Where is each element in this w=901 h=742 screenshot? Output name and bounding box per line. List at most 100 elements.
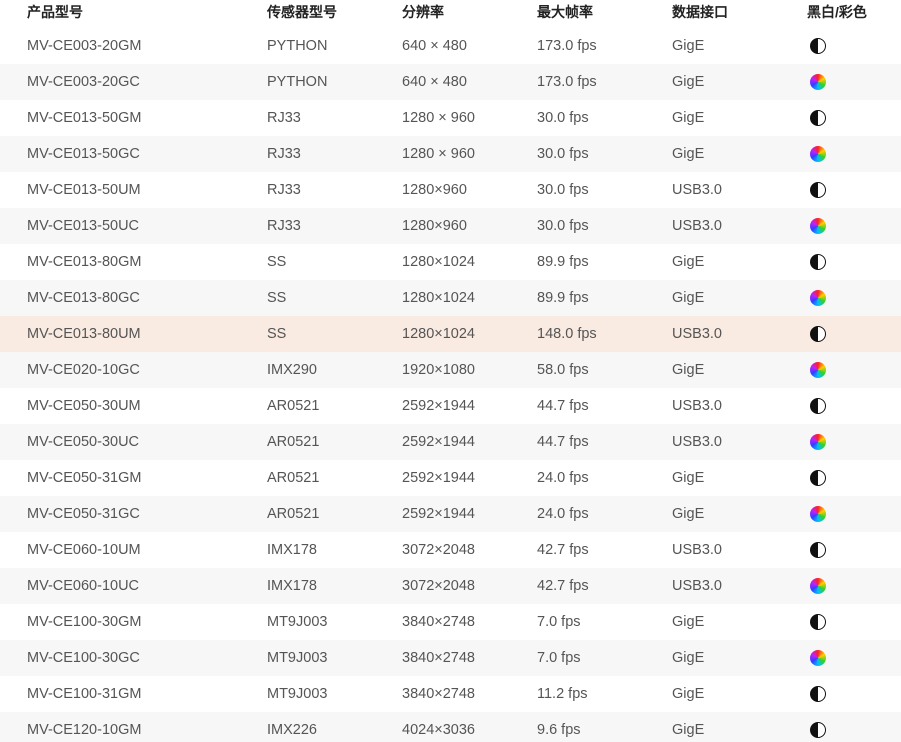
cell-mono-color <box>807 352 901 388</box>
cell-fps: 30.0 fps <box>537 146 589 162</box>
cell-model: MV-CE060-10UM <box>27 542 141 558</box>
cell-resolution: 1280×1024 <box>402 254 475 270</box>
cell-fps: 30.0 fps <box>537 182 589 198</box>
cell-mono-color <box>807 424 901 460</box>
cell-interface: USB3.0 <box>672 542 722 558</box>
table-row[interactable]: MV-CE013-50GM RJ33 1280 × 960 30.0 fps GigE <box>0 100 901 136</box>
table-row[interactable]: MV-CE013-80GC SS 1280×1024 89.9 fps GigE <box>0 280 901 316</box>
cell-model: MV-CE013-80UM <box>27 326 141 342</box>
table-row[interactable]: MV-CE020-10GC IMX290 1920×1080 58.0 fps GigE <box>0 352 901 388</box>
cell-resolution: 3072×2048 <box>402 578 475 594</box>
cell-model: MV-CE100-30GC <box>27 650 140 666</box>
cell-interface: GigE <box>672 506 705 522</box>
rainbow-color-icon <box>810 434 826 451</box>
table-row[interactable]: MV-CE060-10UM IMX178 3072×2048 42.7 fps USB3… <box>0 532 901 568</box>
table-body: MV-CE003-20GM PYTHON 640 × 480 173.0 fps Gig… <box>0 28 901 742</box>
cell-mono-color <box>807 172 901 208</box>
cell-sensor: RJ33 <box>267 218 301 234</box>
rainbow-color-icon <box>810 578 826 595</box>
cell-resolution: 1280×1024 <box>402 326 475 342</box>
cell-resolution: 2592×1944 <box>402 398 475 414</box>
cell-fps: 44.7 fps <box>537 434 589 450</box>
cell-model: MV-CE050-31GC <box>27 506 140 522</box>
cell-sensor: IMX178 <box>267 578 317 594</box>
half-circle-mono-icon <box>810 254 826 271</box>
cell-sensor: RJ33 <box>267 110 301 126</box>
cell-sensor: MT9J003 <box>267 650 328 666</box>
cell-mono-color <box>807 640 901 676</box>
cell-fps: 173.0 fps <box>537 74 597 90</box>
half-circle-mono-icon <box>810 686 826 703</box>
cell-fps: 30.0 fps <box>537 110 589 126</box>
table-row[interactable]: MV-CE003-20GM PYTHON 640 × 480 173.0 fps Gig… <box>0 28 901 64</box>
half-circle-mono-icon <box>810 722 826 739</box>
cell-sensor: SS <box>267 254 287 270</box>
half-circle-mono-icon <box>810 110 826 127</box>
cell-model: MV-CE013-50UC <box>27 218 140 234</box>
table-row[interactable]: MV-CE050-31GM AR0521 2592×1944 24.0 fps GigE <box>0 460 901 496</box>
table-row[interactable]: MV-CE100-31GM MT9J003 3840×2748 11.2 fps Gig… <box>0 676 901 712</box>
cell-fps: 24.0 fps <box>537 506 589 522</box>
cell-sensor: MT9J003 <box>267 686 328 702</box>
cell-fps: 7.0 fps <box>537 650 581 666</box>
half-circle-mono-icon <box>810 182 826 199</box>
cell-resolution: 4024×3036 <box>402 722 475 738</box>
cell-model: MV-CE050-30UC <box>27 434 140 450</box>
header-resolution: 分辨率 <box>402 4 444 20</box>
cell-mono-color <box>807 568 901 604</box>
cell-sensor: IMX178 <box>267 542 317 558</box>
table-row[interactable]: MV-CE013-50UM RJ33 1280×960 30.0 fps USB3.0 <box>0 172 901 208</box>
table-row[interactable]: MV-CE013-50UC RJ33 1280×960 30.0 fps USB3.0 <box>0 208 901 244</box>
product-table-container: 产品型号 传感器型号 分辨率 最大帧率 数据接口 黑白/彩色 MV-CE003-… <box>0 0 901 742</box>
table-row[interactable]: MV-CE050-30UM AR0521 2592×1944 44.7 fps USB3… <box>0 388 901 424</box>
table-row[interactable]: MV-CE060-10UC IMX178 3072×2048 42.7 fps USB3… <box>0 568 901 604</box>
cell-mono-color <box>807 388 901 424</box>
cell-mono-color <box>807 604 901 640</box>
cell-resolution: 1280×960 <box>402 182 467 198</box>
cell-resolution: 640 × 480 <box>402 74 467 90</box>
rainbow-color-icon <box>810 506 826 523</box>
cell-resolution: 2592×1944 <box>402 434 475 450</box>
cell-interface: USB3.0 <box>672 218 722 234</box>
cell-fps: 173.0 fps <box>537 38 597 54</box>
cell-model: MV-CE003-20GM <box>27 38 142 54</box>
table-row[interactable]: MV-CE013-80GM SS 1280×1024 89.9 fps GigE <box>0 244 901 280</box>
table-row[interactable]: MV-CE003-20GC PYTHON 640 × 480 173.0 fps Gig… <box>0 64 901 100</box>
rainbow-color-icon <box>810 290 826 307</box>
cell-interface: USB3.0 <box>672 182 722 198</box>
cell-resolution: 1280×1024 <box>402 290 475 306</box>
cell-model: MV-CE013-80GM <box>27 254 142 270</box>
cell-mono-color <box>807 244 901 280</box>
cell-sensor: AR0521 <box>267 470 320 486</box>
cell-resolution: 2592×1944 <box>402 506 475 522</box>
cell-mono-color <box>807 136 901 172</box>
header-mono-color: 黑白/彩色 <box>807 4 867 20</box>
camera-spec-table: 产品型号 传感器型号 分辨率 最大帧率 数据接口 黑白/彩色 MV-CE003-… <box>0 0 901 742</box>
cell-resolution: 1280×960 <box>402 218 467 234</box>
rainbow-color-icon <box>810 362 826 379</box>
table-row[interactable]: MV-CE013-50GC RJ33 1280 × 960 30.0 fps GigE <box>0 136 901 172</box>
table-row[interactable]: MV-CE050-31GC AR0521 2592×1944 24.0 fps GigE <box>0 496 901 532</box>
table-row[interactable]: MV-CE100-30GC MT9J003 3840×2748 7.0 fps GigE <box>0 640 901 676</box>
cell-mono-color <box>807 28 901 64</box>
cell-fps: 7.0 fps <box>537 614 581 630</box>
header-sensor: 传感器型号 <box>267 4 337 20</box>
cell-sensor: SS <box>267 326 287 342</box>
cell-sensor: IMX290 <box>267 362 317 378</box>
table-row[interactable]: MV-CE120-10GM IMX226 4024×3036 9.6 fps GigE <box>0 712 901 742</box>
cell-fps: 24.0 fps <box>537 470 589 486</box>
cell-fps: 42.7 fps <box>537 542 589 558</box>
half-circle-mono-icon <box>810 470 826 487</box>
cell-interface: GigE <box>672 74 705 90</box>
table-row[interactable]: MV-CE100-30GM MT9J003 3840×2748 7.0 fps GigE <box>0 604 901 640</box>
cell-interface: GigE <box>672 614 705 630</box>
cell-interface: GigE <box>672 110 705 126</box>
half-circle-mono-icon <box>810 38 826 55</box>
cell-model: MV-CE100-30GM <box>27 614 142 630</box>
table-row[interactable]: MV-CE050-30UC AR0521 2592×1944 44.7 fps USB3… <box>0 424 901 460</box>
cell-resolution: 3840×2748 <box>402 614 475 630</box>
cell-interface: GigE <box>672 290 705 306</box>
table-row[interactable]: MV-CE013-80UM SS 1280×1024 148.0 fps USB3.0 <box>0 316 901 352</box>
rainbow-color-icon <box>810 650 826 667</box>
cell-mono-color <box>807 100 901 136</box>
